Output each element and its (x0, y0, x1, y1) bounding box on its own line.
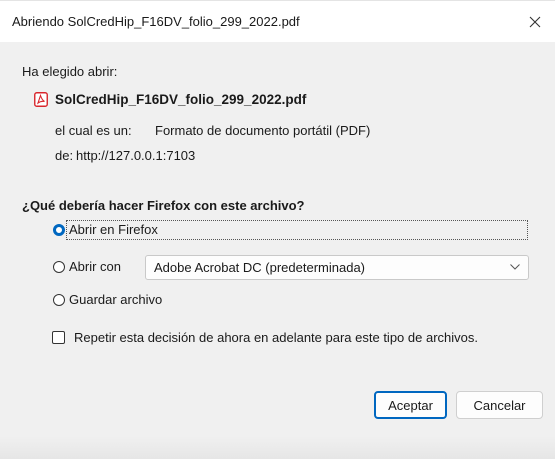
download-dialog: Abriendo SolCredHip_F16DV_folio_299_2022… (0, 0, 555, 459)
dialog-bottom-edge (0, 436, 555, 459)
radio-save-file[interactable] (53, 294, 65, 306)
dialog-content: Ha elegido abrir: SolCredHip_F16DV_folio… (0, 42, 555, 419)
intro-label: Ha elegido abrir: (22, 64, 118, 79)
accept-button[interactable]: Aceptar (374, 391, 447, 419)
close-button[interactable] (515, 1, 555, 43)
file-source-label: de: (55, 148, 74, 163)
file-type-label: el cual es un: (55, 123, 132, 138)
open-in-firefox-label[interactable]: Abrir en Firefox (69, 222, 158, 237)
title-bar: Abriendo SolCredHip_F16DV_folio_299_2022… (0, 0, 555, 42)
cancel-button[interactable]: Cancelar (456, 391, 543, 419)
remember-label[interactable]: Repetir esta decisión de ahora en adelan… (74, 330, 478, 345)
file-name: SolCredHip_F16DV_folio_299_2022.pdf (55, 92, 307, 107)
file-type-value: Formato de documento portátil (PDF) (155, 123, 371, 138)
open-with-label[interactable]: Abrir con (69, 259, 121, 274)
file-source-value: http://127.0.0.1:7103 (76, 148, 196, 163)
action-question: ¿Qué debería hacer Firefox con este arch… (22, 198, 305, 213)
application-select-value: Adobe Acrobat DC (predeterminada) (154, 260, 366, 275)
radio-open-in-firefox[interactable] (53, 224, 65, 236)
remember-checkbox[interactable] (52, 331, 65, 344)
pdf-file-icon (34, 92, 48, 107)
window-title: Abriendo SolCredHip_F16DV_folio_299_2022… (12, 14, 300, 29)
close-icon (529, 16, 541, 28)
radio-open-with[interactable] (53, 261, 65, 273)
application-select[interactable]: Adobe Acrobat DC (predeterminada) (145, 255, 529, 280)
chevron-down-icon (510, 264, 520, 270)
save-file-label[interactable]: Guardar archivo (69, 292, 162, 307)
